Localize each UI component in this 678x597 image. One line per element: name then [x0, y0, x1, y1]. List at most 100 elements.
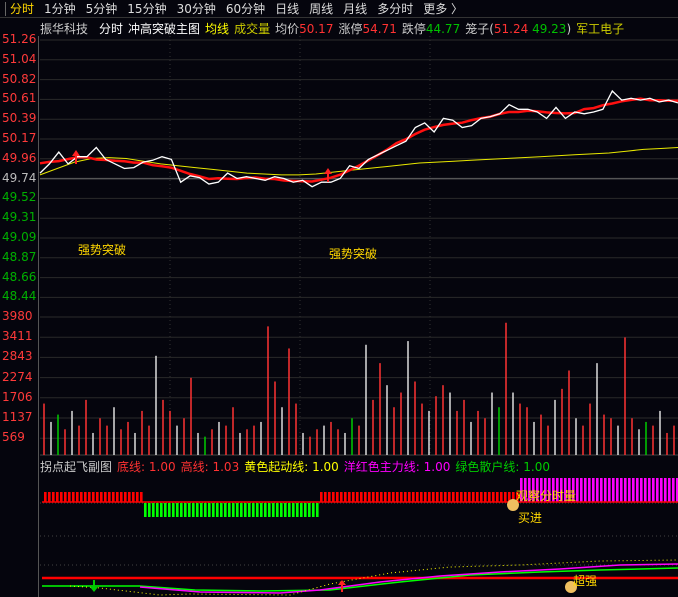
- magenta-bar: [652, 478, 655, 502]
- red-bar: [416, 492, 419, 502]
- red-bar: [68, 492, 71, 502]
- red-bar: [388, 492, 391, 502]
- red-bar: [500, 492, 503, 502]
- magenta-bar: [596, 478, 599, 502]
- red-bar: [432, 492, 435, 502]
- red-bar: [100, 492, 103, 502]
- red-bar: [320, 492, 323, 502]
- red-bar: [84, 492, 87, 502]
- green-bar: [156, 503, 159, 517]
- green-bar: [192, 503, 195, 517]
- magenta-bar: [644, 478, 647, 502]
- buy-label: 买进: [518, 511, 543, 525]
- green-bar: [152, 503, 155, 517]
- green-bar: [168, 503, 171, 517]
- green-bar: [180, 503, 183, 517]
- red-bar: [376, 492, 379, 502]
- red-bar: [360, 492, 363, 502]
- green-bar: [240, 503, 243, 517]
- red-bar: [336, 492, 339, 502]
- green-bar: [164, 503, 167, 517]
- red-bar: [116, 492, 119, 502]
- green-bar: [204, 503, 207, 517]
- red-bar: [436, 492, 439, 502]
- green-bar: [284, 503, 287, 517]
- magenta-bar: [576, 478, 579, 502]
- green-bar: [160, 503, 163, 517]
- green-bar: [248, 503, 251, 517]
- red-bar: [92, 492, 95, 502]
- green-bar: [272, 503, 275, 517]
- green-bar: [304, 503, 307, 517]
- red-bar: [128, 492, 131, 502]
- red-bar: [456, 492, 459, 502]
- red-bar: [404, 492, 407, 502]
- red-bar: [444, 492, 447, 502]
- red-bar: [492, 492, 495, 502]
- magenta-value: 1.00: [423, 460, 451, 474]
- red-bar: [452, 492, 455, 502]
- red-bar: [80, 492, 83, 502]
- red-bar: [44, 492, 47, 502]
- red-bar: [496, 492, 499, 502]
- red-bar: [476, 492, 479, 502]
- red-bar: [60, 492, 63, 502]
- low-value: 1.00: [148, 460, 176, 474]
- green-bar: [220, 503, 223, 517]
- red-bar: [48, 492, 51, 502]
- magenta-bar: [616, 478, 619, 502]
- green-bar: [144, 503, 147, 517]
- red-bar: [408, 492, 411, 502]
- red-bar: [64, 492, 67, 502]
- green-bar: [300, 503, 303, 517]
- red-bar: [56, 492, 59, 502]
- signal-label: 强势突破: [78, 243, 127, 257]
- red-bar: [124, 492, 127, 502]
- red-bar: [140, 492, 143, 502]
- red-bar: [372, 492, 375, 502]
- red-bar: [96, 492, 99, 502]
- green-bar: [316, 503, 319, 517]
- magenta-bar: [628, 478, 631, 502]
- green-bar: [200, 503, 203, 517]
- red-bar: [52, 492, 55, 502]
- magenta-bar: [640, 478, 643, 502]
- green-bar: [184, 503, 187, 517]
- intraday-chart[interactable]: [0, 0, 678, 597]
- red-bar: [324, 492, 327, 502]
- green-bar: [196, 503, 199, 517]
- magenta-bar: [604, 478, 607, 502]
- magenta-bar: [620, 478, 623, 502]
- magenta-bar: [668, 478, 671, 502]
- avg-price-line: [39, 147, 678, 176]
- red-bar: [108, 492, 111, 502]
- red-bar: [448, 492, 451, 502]
- red-bar: [348, 492, 351, 502]
- magenta-bar: [588, 478, 591, 502]
- red-bar: [400, 492, 403, 502]
- green-bar: [280, 503, 283, 517]
- green-bar: [188, 503, 191, 517]
- red-bar: [392, 492, 395, 502]
- magenta-bar: [672, 478, 675, 502]
- magenta-bar: [608, 478, 611, 502]
- magenta-bar: [664, 478, 667, 502]
- red-bar: [380, 492, 383, 502]
- strong-label: 超强: [573, 574, 598, 588]
- sub-chart-header: 拐点起飞副图 底线: 1.00 高线: 1.03 黄色起动线: 1.00 洋红色…: [40, 458, 550, 475]
- red-bar: [472, 492, 475, 502]
- watch-label: 观察分时量: [516, 489, 577, 503]
- green-bar: [260, 503, 263, 517]
- red-bar: [368, 492, 371, 502]
- red-bar: [136, 492, 139, 502]
- magenta-bar: [592, 478, 595, 502]
- red-bar: [396, 492, 399, 502]
- red-bar: [72, 492, 75, 502]
- red-bar: [468, 492, 471, 502]
- green-bar: [276, 503, 279, 517]
- red-bar: [384, 492, 387, 502]
- magenta-bar: [580, 478, 583, 502]
- green-bar: [208, 503, 211, 517]
- green-bar: [288, 503, 291, 517]
- red-bar: [132, 492, 135, 502]
